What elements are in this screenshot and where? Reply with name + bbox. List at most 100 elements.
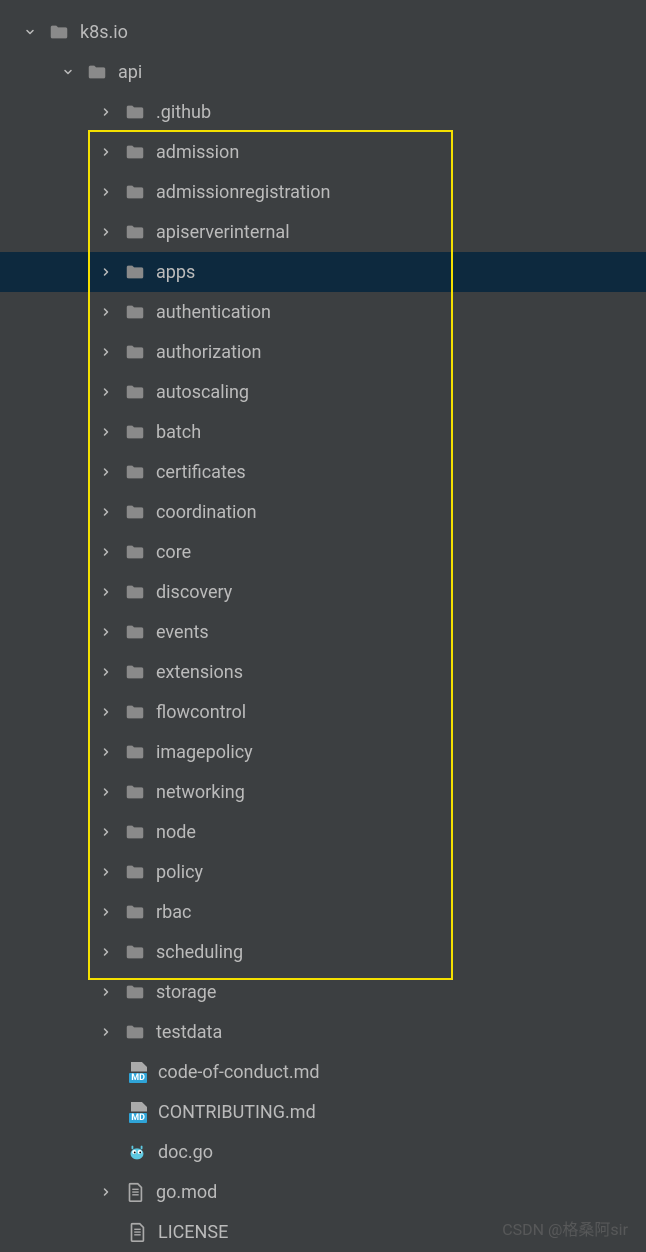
markdown-icon: MD [126,1101,148,1123]
file-tree: k8s.io api .githubadmission admissionregi… [0,0,646,1252]
tree-item[interactable]: authorization [0,332,646,372]
tree-item[interactable]: flowcontrol [0,692,646,732]
tree-item[interactable]: go.mod [0,1172,646,1212]
tree-item[interactable]: policy [0,852,646,892]
chevron-right-icon[interactable] [98,704,114,720]
folder-icon [124,941,146,963]
tree-item-label: certificates [156,462,246,483]
chevron-right-icon[interactable] [98,624,114,640]
chevron-right-icon[interactable] [98,744,114,760]
folder-icon [124,581,146,603]
tree-item-label: core [156,542,191,563]
folder-icon [48,21,70,43]
tree-item[interactable]: MD CONTRIBUTING.md [0,1092,646,1132]
tree-item[interactable]: imagepolicy [0,732,646,772]
chevron-down-icon[interactable] [22,24,38,40]
tree-item-label: extensions [156,662,243,683]
folder-icon [124,301,146,323]
chevron-right-icon[interactable] [98,344,114,360]
tree-item[interactable]: testdata [0,1012,646,1052]
tree-item-label: scheduling [156,942,243,963]
tree-item[interactable]: scheduling [0,932,646,972]
folder-icon [124,701,146,723]
tree-item[interactable]: .github [0,92,646,132]
markdown-icon: MD [126,1061,148,1083]
folder-icon [124,621,146,643]
chevron-right-icon[interactable] [98,384,114,400]
tree-item[interactable]: discovery [0,572,646,612]
tree-item[interactable]: apps [0,252,646,292]
chevron-right-icon[interactable] [98,504,114,520]
chevron-right-icon[interactable] [98,1184,114,1200]
chevron-right-icon[interactable] [98,944,114,960]
tree-item-label: admissionregistration [156,182,330,203]
folder-icon [124,181,146,203]
chevron-right-icon[interactable] [98,304,114,320]
tree-item-root[interactable]: k8s.io [0,12,646,52]
chevron-right-icon[interactable] [98,144,114,160]
tree-item-label: discovery [156,582,232,603]
tree-item-label: testdata [156,1022,222,1043]
tree-item-api[interactable]: api [0,52,646,92]
chevron-right-icon[interactable] [98,904,114,920]
chevron-right-icon[interactable] [98,1024,114,1040]
tree-item[interactable]: storage [0,972,646,1012]
chevron-right-icon[interactable] [98,224,114,240]
tree-item[interactable]: coordination [0,492,646,532]
chevron-right-icon[interactable] [98,424,114,440]
tree-item-label: go.mod [156,1182,217,1203]
folder-icon [124,1021,146,1043]
tree-item-label: CONTRIBUTING.md [158,1102,316,1123]
chevron-right-icon[interactable] [98,464,114,480]
tree-item-label: authentication [156,302,271,323]
tree-item[interactable]: admissionregistration [0,172,646,212]
folder-icon [124,461,146,483]
tree-item[interactable]: networking [0,772,646,812]
tree-item-label: policy [156,862,203,883]
chevron-right-icon[interactable] [98,864,114,880]
chevron-right-icon[interactable] [98,784,114,800]
chevron-right-icon[interactable] [98,664,114,680]
tree-item-label: apiserverinternal [156,222,290,243]
tree-item[interactable]: events [0,612,646,652]
tree-item[interactable]: certificates [0,452,646,492]
tree-item-label: node [156,822,196,843]
folder-icon [124,501,146,523]
tree-item-label: authorization [156,342,261,363]
chevron-down-icon[interactable] [60,64,76,80]
tree-item[interactable]: core [0,532,646,572]
tree-item[interactable]: doc.go [0,1132,646,1172]
tree-item[interactable]: node [0,812,646,852]
file-icon [124,1181,146,1203]
folder-icon [124,661,146,683]
chevron-right-icon[interactable] [98,184,114,200]
chevron-right-icon[interactable] [98,544,114,560]
chevron-right-icon[interactable] [98,984,114,1000]
tree-item-label: imagepolicy [156,742,253,763]
go-gopher-icon [126,1141,148,1163]
chevron-right-icon[interactable] [98,584,114,600]
chevron-right-icon[interactable] [98,104,114,120]
folder-icon [124,381,146,403]
tree-item[interactable]: MD code-of-conduct.md [0,1052,646,1092]
tree-item-label: LICENSE [158,1222,228,1243]
folder-icon [124,261,146,283]
tree-item-label: k8s.io [80,22,128,43]
folder-icon [124,741,146,763]
chevron-right-icon[interactable] [98,824,114,840]
chevron-right-icon[interactable] [98,264,114,280]
tree-item[interactable]: autoscaling [0,372,646,412]
tree-item-label: code-of-conduct.md [158,1062,320,1083]
folder-icon [124,781,146,803]
tree-item[interactable]: authentication [0,292,646,332]
tree-item-label: autoscaling [156,382,249,403]
folder-icon [124,981,146,1003]
folder-icon [124,821,146,843]
tree-item-label: storage [156,982,216,1003]
tree-item[interactable]: batch [0,412,646,452]
tree-item[interactable]: rbac [0,892,646,932]
tree-item-label: rbac [156,902,191,923]
tree-item[interactable]: admission [0,132,646,172]
tree-item[interactable]: apiserverinternal [0,212,646,252]
tree-item[interactable]: extensions [0,652,646,692]
